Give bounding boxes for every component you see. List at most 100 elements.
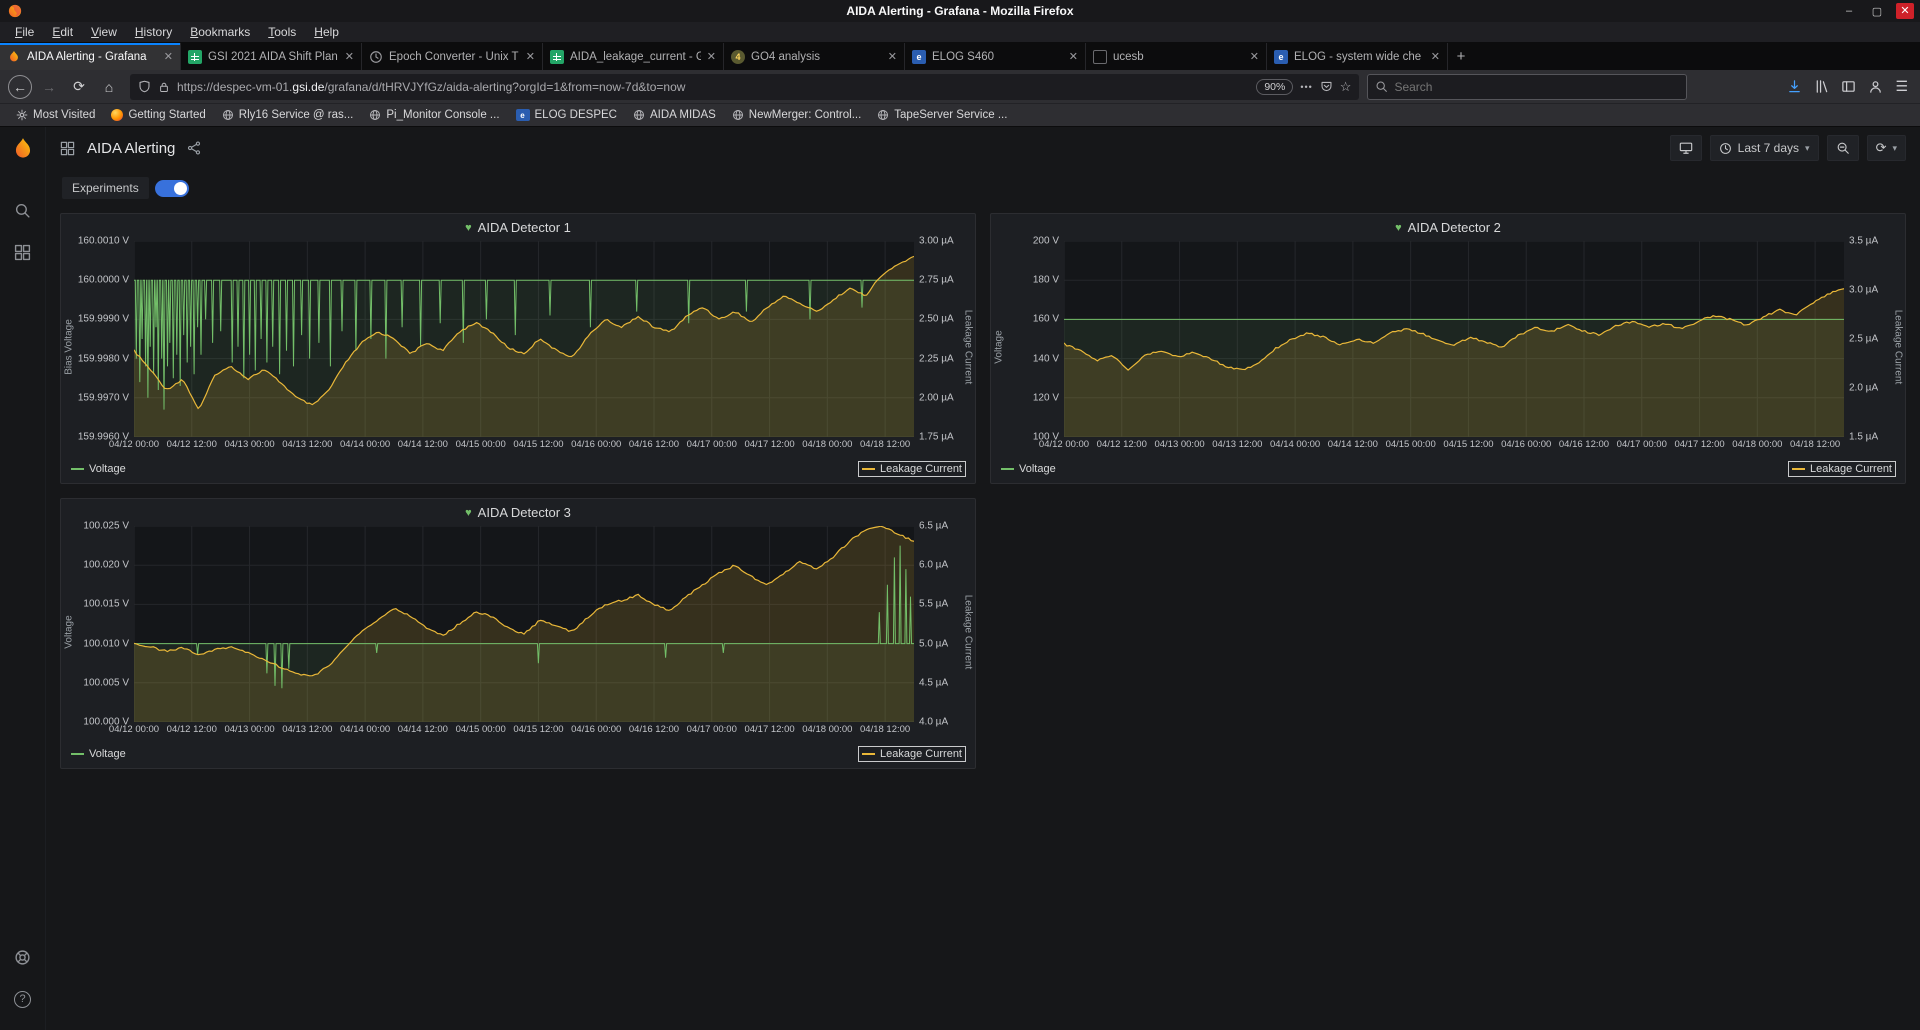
legend-leakage-current[interactable]: Leakage Current (859, 747, 965, 761)
tab-close-icon[interactable]: ✕ (707, 50, 716, 63)
right-axis-label: Leakage Current (962, 594, 973, 669)
home-button[interactable]: ⌂ (96, 75, 122, 99)
tab-close-icon[interactable]: ✕ (345, 50, 354, 63)
legend-voltage[interactable]: Voltage (71, 748, 126, 760)
tab-go4-analysis[interactable]: 4 GO4 analysis ✕ (724, 43, 905, 70)
sidebar-toggle-icon[interactable] (1841, 79, 1856, 94)
tab-close-icon[interactable]: ✕ (1250, 50, 1259, 63)
chart-plot[interactable] (134, 526, 914, 722)
account-icon[interactable] (1868, 79, 1883, 94)
bookmark-newmerger-control[interactable]: NewMerger: Control... (726, 107, 867, 123)
reload-button[interactable]: ⟳ (66, 75, 92, 99)
menu-tools[interactable]: Tools (259, 23, 305, 41)
bookmark-rly16-service[interactable]: Rly16 Service @ ras... (216, 107, 360, 123)
close-button[interactable]: ✕ (1896, 3, 1914, 19)
bookmark-getting-started[interactable]: Getting Started (105, 107, 211, 123)
grafana-sidebar: ? (0, 127, 46, 1030)
search-input[interactable] (1394, 80, 1679, 94)
cycle-view-button[interactable] (1670, 135, 1702, 161)
left-axis-label: Voltage (63, 615, 74, 648)
bookmark-star-icon[interactable]: ☆ (1340, 79, 1352, 95)
menu-history[interactable]: History (126, 23, 181, 41)
url-bar[interactable]: https://despec-vm-01.gsi.de/grafana/d/tH… (130, 74, 1359, 100)
series-color-dash (71, 468, 84, 470)
library-icon[interactable] (1814, 79, 1829, 94)
refresh-button[interactable]: ⟳ ▾ (1867, 135, 1906, 161)
globe-icon (877, 109, 889, 121)
tab-close-icon[interactable]: ✕ (526, 50, 535, 63)
legend-leakage-current[interactable]: Leakage Current (1789, 462, 1895, 476)
help-lifebuoy-icon[interactable] (13, 947, 33, 967)
panel-title[interactable]: AIDA Detector 2 (1408, 220, 1501, 235)
search-icon[interactable] (13, 200, 33, 220)
window-titlebar: AIDA Alerting - Grafana - Mozilla Firefo… (0, 0, 1920, 22)
tab-aida-leakage-current[interactable]: AIDA_leakage_current - G ✕ (543, 43, 724, 70)
bookmark-tapeserver-service[interactable]: TapeServer Service ... (871, 107, 1013, 123)
bookmark-aida-midas[interactable]: AIDA MIDAS (627, 107, 722, 123)
right-axis-ticks: 6.5 µA6.0 µA5.5 µA5.0 µA4.5 µA4.0 µA (914, 526, 960, 722)
panel-title[interactable]: AIDA Detector 1 (478, 220, 571, 235)
pocket-icon[interactable] (1320, 80, 1333, 93)
tab-gsi-shift-plan[interactable]: GSI 2021 AIDA Shift Plan ✕ (181, 43, 362, 70)
download-icon[interactable] (1787, 79, 1802, 94)
url-text[interactable]: https://despec-vm-01.gsi.de/grafana/d/tH… (177, 80, 1249, 94)
menu-view[interactable]: View (82, 23, 126, 41)
experiments-toggle[interactable] (155, 180, 189, 197)
hamburger-menu-icon[interactable]: ☰ (1895, 78, 1908, 95)
grafana-logo[interactable] (10, 137, 36, 163)
menu-edit[interactable]: Edit (43, 23, 82, 41)
menu-file[interactable]: File (6, 23, 43, 41)
tab-close-icon[interactable]: ✕ (1069, 50, 1078, 63)
question-mark-icon[interactable]: ? (13, 989, 33, 1009)
dashboard-grid-icon[interactable] (60, 141, 75, 156)
legend-leakage-current[interactable]: Leakage Current (859, 462, 965, 476)
legend-voltage[interactable]: Voltage (71, 463, 126, 475)
panel-header[interactable]: ♥ AIDA Detector 2 (991, 214, 1905, 241)
tracking-shield-icon[interactable] (138, 80, 151, 93)
tab-elog-s460[interactable]: e ELOG S460 ✕ (905, 43, 1086, 70)
minimize-button[interactable]: – (1840, 5, 1858, 17)
forward-button[interactable]: → (36, 75, 62, 99)
elog-favicon: e (516, 109, 530, 121)
share-icon[interactable] (187, 141, 201, 155)
panel-title[interactable]: AIDA Detector 3 (478, 505, 571, 520)
maximize-button[interactable]: ▢ (1868, 5, 1886, 18)
tab-close-icon[interactable]: ✕ (1431, 50, 1440, 63)
bookmark-elog-despec[interactable]: e ELOG DESPEC (510, 107, 623, 123)
dashboard-title[interactable]: AIDA Alerting (87, 140, 175, 157)
legend-voltage[interactable]: Voltage (1001, 463, 1056, 475)
sheets-favicon (550, 50, 564, 64)
globe-icon (369, 109, 381, 121)
menu-help[interactable]: Help (305, 23, 348, 41)
right-axis-ticks: 3.00 µA2.75 µA2.50 µA2.25 µA2.00 µA1.75 … (914, 241, 960, 437)
page-favicon (1093, 50, 1107, 64)
tab-ucesb[interactable]: ucesb ✕ (1086, 43, 1267, 70)
left-axis-ticks: 200 V180 V160 V140 V120 V100 V (1006, 241, 1064, 437)
zoom-out-button[interactable] (1827, 135, 1859, 161)
panel-header[interactable]: ♥ AIDA Detector 1 (61, 214, 975, 241)
refresh-icon: ⟳ (1876, 140, 1887, 156)
new-tab-button[interactable]: + (1448, 43, 1474, 70)
right-axis-ticks: 3.5 µA3.0 µA2.5 µA2.0 µA1.5 µA (1844, 241, 1890, 437)
page-actions-icon[interactable]: ••• (1300, 82, 1312, 92)
back-button[interactable]: ← (8, 75, 32, 99)
menu-bookmarks[interactable]: Bookmarks (181, 23, 259, 41)
zoom-indicator[interactable]: 90% (1256, 79, 1293, 95)
go4-favicon: 4 (731, 50, 745, 64)
tab-close-icon[interactable]: ✕ (164, 50, 173, 63)
time-range-picker[interactable]: Last 7 days ▾ (1710, 135, 1819, 161)
panel-header[interactable]: ♥ AIDA Detector 3 (61, 499, 975, 526)
tab-close-icon[interactable]: ✕ (888, 50, 897, 63)
chart-plot[interactable] (134, 241, 914, 437)
menubar: File Edit View History Bookmarks Tools H… (0, 22, 1920, 43)
dashboards-icon[interactable] (13, 242, 33, 262)
tab-aida-alerting[interactable]: AIDA Alerting - Grafana ✕ (0, 43, 181, 70)
chart-plot[interactable] (1064, 241, 1844, 437)
bookmark-pi-monitor-console[interactable]: Pi_Monitor Console ... (363, 107, 505, 123)
left-axis-ticks: 100.025 V100.020 V100.015 V100.010 V100.… (76, 526, 134, 722)
bookmark-most-visited[interactable]: Most Visited (10, 107, 101, 123)
search-bar[interactable] (1367, 74, 1687, 100)
tab-elog-system-wide[interactable]: e ELOG - system wide che ✕ (1267, 43, 1448, 70)
tab-epoch-converter[interactable]: Epoch Converter - Unix T ✕ (362, 43, 543, 70)
chevron-down-icon: ▾ (1892, 143, 1897, 154)
